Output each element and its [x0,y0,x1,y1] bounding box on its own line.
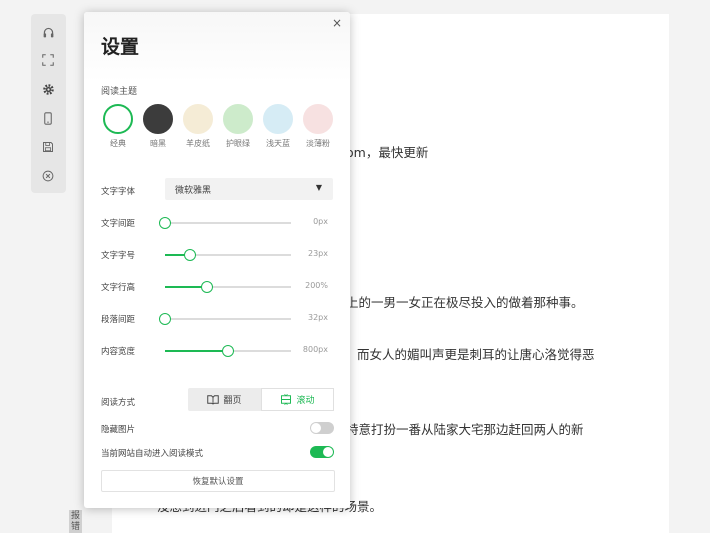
theme-swatch-label: 经典 [110,139,126,148]
theme-swatch[interactable] [103,104,133,134]
slider-handle[interactable] [200,281,213,293]
phone-icon[interactable] [37,107,59,129]
theme-swatch-label: 暗黑 [150,139,166,148]
slider-value: 800px [302,345,328,354]
slider-value: 32px [308,313,328,322]
read-mode-switch: 翻页 滚动 [188,388,334,411]
theme-swatch[interactable] [263,104,293,134]
headphones-icon[interactable] [37,21,59,43]
slider-track[interactable] [159,217,291,229]
mode-scroll-label: 滚动 [296,396,315,406]
theme-swatch-label: 羊皮纸 [186,139,210,148]
fullscreen-icon[interactable] [37,49,59,71]
font-select-value: 微软雅黑 [175,186,212,196]
save-icon[interactable] [37,136,59,158]
toggle-knob [311,423,321,433]
auto-read-label: 当前网站自动进入阅读模式 [101,449,204,459]
auto-read-toggle[interactable] [310,446,334,458]
book-icon [207,395,220,405]
slider-fill [165,350,228,352]
reader-line: om，最快更新 [346,145,429,160]
slider-handle[interactable] [222,345,234,357]
mode-label: 阅读方式 [101,398,136,408]
mode-scroll-option[interactable]: 滚动 [261,388,334,411]
theme-swatch-label: 浅天蓝 [266,139,290,148]
report-error-tag[interactable]: 报 错 [69,510,82,533]
settings-panel: 设置 × 阅读主题 经典 暗黑 羊皮纸 护眼绿 浅天蓝 淡薄粉 文字字体 微软雅黑 ▼ 文… [84,12,350,508]
mode-page-label: 翻页 [223,396,242,406]
slider-track[interactable] [165,281,291,293]
slider-label: 文字字号 [101,251,136,261]
hide-images-toggle[interactable] [310,422,334,434]
theme-swatch[interactable] [143,104,173,134]
slider-label: 段落间距 [101,315,136,325]
reader-toolbar [31,14,66,193]
theme-swatch[interactable] [303,104,333,134]
settings-title: 设置 [101,36,140,58]
slider-label: 文字间距 [101,219,136,229]
theme-swatch-label: 淡薄粉 [306,139,330,148]
slider-handle[interactable] [159,313,171,325]
slider-value: 0px [313,217,328,226]
theme-swatch-label: 护眼绿 [226,139,250,148]
reader-line: 而女人的媚叫声更是刺耳的让唐心洛觉得恶 [357,347,595,362]
slider-handle[interactable] [159,217,171,229]
slider-track[interactable] [165,249,291,261]
slider-value: 200% [305,281,328,290]
toggle-knob [323,447,333,457]
theme-section-label: 阅读主题 [101,87,138,97]
scroll-icon [281,394,292,405]
reader-line: 上的一男一女正在极尽投入的做着那种事。 [346,295,584,310]
close-circle-icon[interactable] [37,165,59,187]
theme-swatch[interactable] [183,104,213,134]
reader-line: 特意打扮一番从陆家大宅那边赶回两人的新 [346,422,584,437]
slider-label: 内容宽度 [101,347,136,357]
font-select[interactable]: 微软雅黑 ▼ [165,178,333,200]
report-error-label: 报 错 [70,511,80,532]
chevron-down-icon: ▼ [315,183,322,192]
font-label: 文字字体 [101,187,136,197]
slider-track[interactable] [159,313,291,325]
slider-handle[interactable] [184,249,197,261]
close-icon[interactable]: × [330,16,344,30]
theme-swatch[interactable] [223,104,253,134]
slider-track[interactable] [165,345,291,357]
mode-page-option[interactable]: 翻页 [188,388,261,411]
gear-icon[interactable] [37,78,59,100]
hide-images-label: 隐藏图片 [101,425,136,435]
reset-defaults-button[interactable]: 恢复默认设置 [101,470,335,492]
slider-label: 文字行高 [101,283,136,293]
slider-value: 23px [308,249,328,258]
